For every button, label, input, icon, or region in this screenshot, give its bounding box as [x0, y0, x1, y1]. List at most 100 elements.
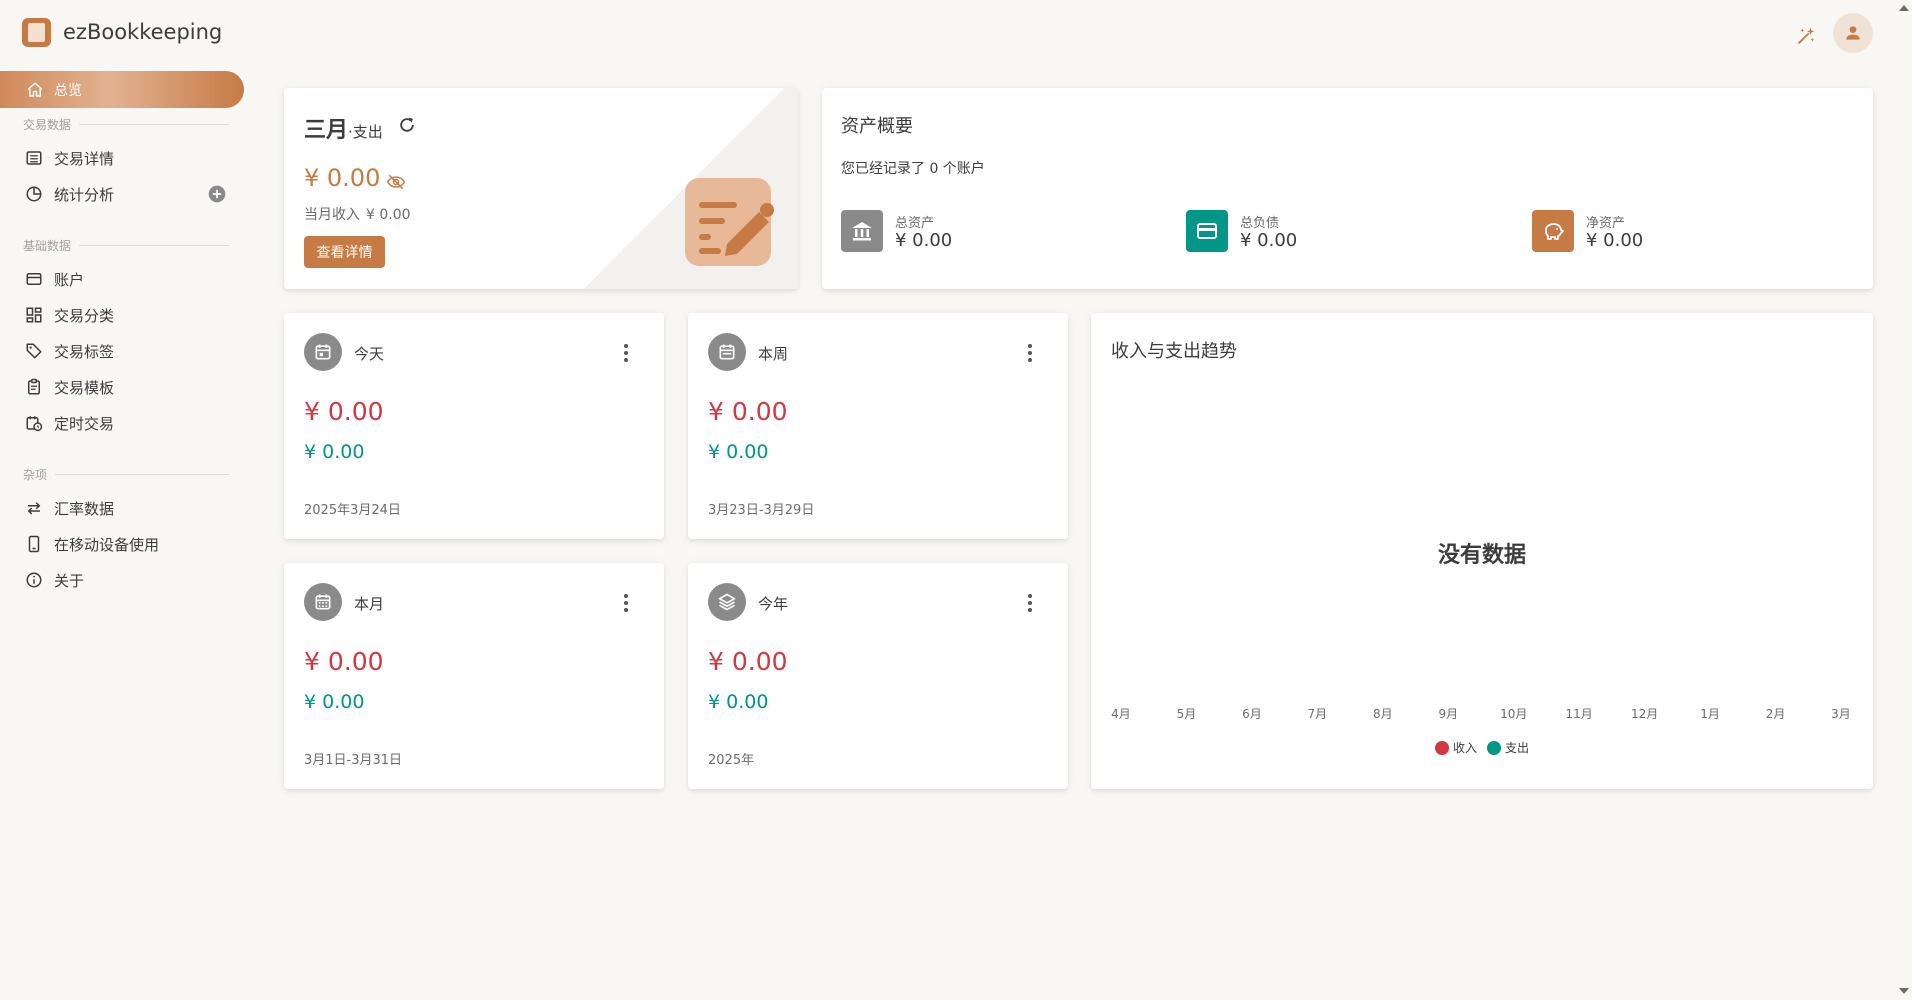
stat-income: ¥ 0.00 [304, 691, 365, 713]
chart-x-tick: 1月 [1700, 707, 1720, 721]
grid-icon [24, 305, 44, 325]
stat-expense: ¥ 0.00 [304, 647, 384, 676]
stat-card-year: 今年 ¥ 0.00 ¥ 0.00 2025年 [688, 563, 1068, 789]
magic-wand-icon[interactable] [1788, 18, 1824, 54]
layers-icon [708, 583, 746, 621]
sidebar-item-templates[interactable]: 交易模板 [24, 375, 114, 399]
stat-date: 2025年 [708, 753, 755, 768]
page-scrollbar[interactable] [1896, 0, 1912, 1000]
chart-x-tick: 10月 [1500, 707, 1528, 721]
total-assets-label: 总资产 [895, 216, 935, 231]
stat-expense: ¥ 0.00 [708, 397, 788, 426]
stat-title: 今年 [758, 595, 789, 613]
chart-title: 收入与支出趋势 [1111, 341, 1237, 362]
section-title: 杂项 [23, 468, 48, 482]
note-pen-illustration-icon [681, 174, 776, 269]
chart-x-tick: 8月 [1372, 707, 1393, 721]
app-title: ezBookkeeping [63, 20, 223, 44]
more-vertical-icon[interactable] [1020, 341, 1040, 365]
clipboard-icon [24, 377, 44, 397]
sidebar-item-label: 交易标签 [54, 342, 115, 361]
stat-card-month: 本月 ¥ 0.00 ¥ 0.00 3月1日-3月31日 [284, 563, 664, 789]
stat-date: 3月23日-3月29日 [708, 503, 815, 518]
bank-icon [841, 210, 883, 252]
user-icon [1846, 26, 1860, 40]
list-icon [24, 148, 44, 168]
sidebar-item-about[interactable]: 关于 [24, 568, 84, 592]
month-title-sub: ·支出 [348, 123, 383, 141]
refresh-icon[interactable] [397, 115, 417, 135]
chart-x-tick: 4月 [1111, 707, 1131, 721]
more-vertical-icon[interactable] [1020, 591, 1040, 615]
legend-item[interactable]: 收入 [1434, 739, 1477, 756]
stat-expense: ¥ 0.00 [304, 397, 384, 426]
stat-title: 本月 [354, 595, 385, 613]
sidebar-item-label: 总览 [54, 82, 82, 99]
more-vertical-icon[interactable] [616, 591, 636, 615]
sidebar-item-label: 交易分类 [54, 306, 115, 325]
chart-x-tick: 6月 [1242, 707, 1262, 721]
sidebar: 总览 交易数据 交易详情 统计分析 基础数据 账户 交易分类 交易标签 交易模板… [0, 66, 244, 1000]
chart-x-tick: 12月 [1630, 707, 1659, 721]
asset-card-subtitle: 您已经记录了 0 个账户 [841, 161, 985, 177]
asset-overview-card: 资产概要 您已经记录了 0 个账户 总资产 ¥ 0.00 总负债 ¥ 0.00 … [822, 88, 1873, 289]
sidebar-item-label: 统计分析 [54, 185, 115, 204]
sidebar-section-transactions: 交易数据 [23, 116, 230, 133]
chart-x-tick: 5月 [1176, 707, 1197, 721]
stat-date: 3月1日-3月31日 [304, 753, 403, 768]
asset-card-title: 资产概要 [841, 116, 913, 137]
total-liabilities-value: ¥ 0.00 [1240, 230, 1298, 251]
add-transaction-button[interactable] [207, 184, 227, 204]
chart-x-tick: 11月 [1565, 707, 1593, 721]
legend-label: 支出 [1505, 741, 1530, 755]
sidebar-item-mobile[interactable]: 在移动设备使用 [24, 532, 159, 556]
stat-income: ¥ 0.00 [708, 441, 769, 463]
sidebar-item-label: 关于 [54, 571, 85, 590]
scroll-up-icon[interactable] [1899, 5, 1909, 11]
sidebar-item-overview[interactable]: 总览 [0, 71, 244, 108]
stat-expense: ¥ 0.00 [708, 647, 788, 676]
home-icon [27, 82, 43, 97]
chart-x-tick: 9月 [1438, 707, 1459, 721]
calendar-week-icon [708, 333, 746, 371]
info-icon [24, 570, 44, 590]
legend-item[interactable]: 支出 [1487, 739, 1529, 756]
top-bar: ezBookkeeping [0, 0, 1912, 66]
month-income: 当月收入 ¥ 0.00 [304, 204, 411, 224]
sidebar-item-tags[interactable]: 交易标签 [24, 339, 114, 363]
sidebar-item-categories[interactable]: 交易分类 [24, 303, 114, 327]
chart-x-tick: 7月 [1307, 707, 1328, 721]
sidebar-item-statistics[interactable]: 统计分析 [24, 182, 114, 206]
month-title-text: 三月 [304, 118, 349, 143]
plus-circle-icon [208, 185, 226, 203]
piggy-bank-icon [1532, 210, 1574, 252]
sidebar-item-label: 汇率数据 [54, 499, 115, 518]
stat-title: 本周 [758, 345, 789, 363]
income-expense-trend-card: 收入与支出趋势 没有数据 4月 5月 6月 7月 8月 9月 10月 11月 12月 1月 2月 3月… [1091, 313, 1873, 789]
sidebar-item-label: 交易模板 [54, 378, 115, 397]
legend-label: 收入 [1452, 741, 1477, 755]
scroll-down-icon[interactable] [1899, 988, 1909, 994]
legend-dot [1487, 740, 1501, 755]
calendar-today-icon [304, 333, 342, 371]
month-title: 三月 ·支出 [304, 112, 383, 144]
user-avatar-button[interactable] [1833, 13, 1873, 53]
chart-legend: 收入 支出 [1091, 739, 1873, 756]
sidebar-item-label: 定时交易 [54, 414, 115, 433]
chart-x-tick: 2月 [1765, 707, 1786, 721]
app-logo [22, 18, 51, 47]
eye-off-icon[interactable] [386, 172, 406, 192]
total-liabilities-label: 总负债 [1240, 216, 1280, 231]
chart-x-axis: 4月 5月 6月 7月 8月 9月 10月 11月 12月 1月 2月 3月 [1111, 705, 1851, 725]
sidebar-item-exchange-rates[interactable]: 汇率数据 [24, 496, 114, 520]
view-details-button[interactable]: 查看详情 [304, 236, 385, 268]
sidebar-item-label: 在移动设备使用 [54, 535, 160, 554]
legend-dot [1434, 740, 1449, 755]
sidebar-item-accounts[interactable]: 账户 [24, 267, 84, 291]
sidebar-item-transaction-details[interactable]: 交易详情 [24, 146, 114, 170]
stat-card-week: 本周 ¥ 0.00 ¥ 0.00 3月23日-3月29日 [688, 313, 1068, 539]
sidebar-item-scheduled[interactable]: 定时交易 [24, 411, 114, 435]
month-expense-card: 三月 ·支出 ¥ 0.00 当月收入 ¥ 0.00 查看详情 [284, 88, 798, 289]
stat-income: ¥ 0.00 [304, 441, 365, 463]
more-vertical-icon[interactable] [616, 341, 636, 365]
